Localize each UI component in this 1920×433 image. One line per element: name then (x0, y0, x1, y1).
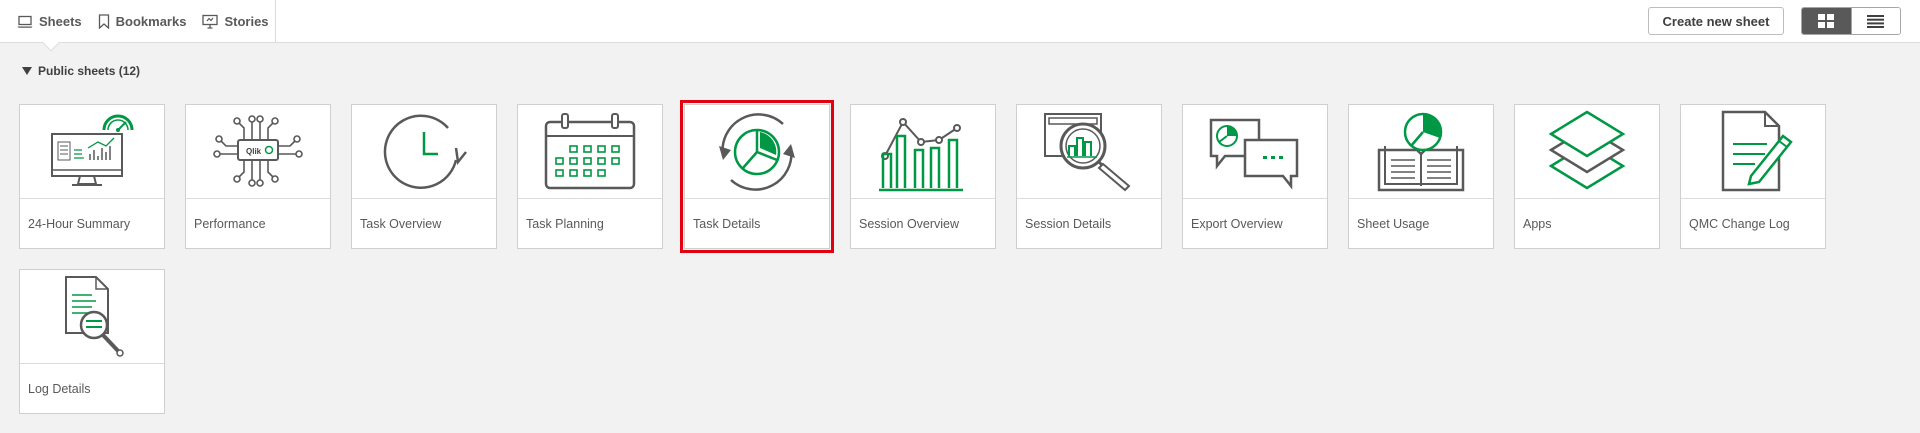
create-new-sheet-button[interactable]: Create new sheet (1648, 7, 1784, 35)
collapse-triangle-icon (22, 67, 32, 75)
sheet-thumbnail (1017, 105, 1161, 199)
chat-bubbles-icon (1209, 118, 1299, 190)
sheet-card[interactable]: Export Overview (1182, 104, 1328, 249)
list-view-button[interactable] (1850, 8, 1900, 34)
sheet-card[interactable]: Session Details (1016, 104, 1162, 249)
magnifier-report-icon (1044, 112, 1131, 191)
grid-icon (1818, 14, 1835, 28)
sheet-title: Export Overview (1191, 217, 1283, 231)
sheet-title: Session Overview (859, 217, 960, 231)
sheet-title: Apps (1523, 217, 1552, 231)
document-search-icon (65, 275, 124, 357)
asset-tabs: Sheets Bookmarks Stories (0, 0, 276, 43)
sheet-title: Sheet Usage (1357, 217, 1430, 231)
sheet-title: Task Overview (360, 217, 442, 231)
tab-bookmarks[interactable]: Bookmarks (98, 0, 187, 43)
grid-view-button[interactable] (1802, 8, 1851, 34)
view-toggle (1801, 7, 1901, 35)
svg-text:Qlik: Qlik (246, 147, 262, 156)
sheet-thumbnail (685, 105, 829, 199)
sheet-card[interactable]: 24-Hour Summary (19, 104, 165, 249)
circuit-chip-icon: Qlik (213, 114, 303, 187)
open-book-icon (1377, 112, 1465, 191)
sheet-thumbnail (352, 105, 496, 199)
dashboard-monitor-icon (51, 114, 134, 186)
sheet-title: Performance (194, 217, 266, 231)
public-sheets-header[interactable]: Public sheets (12) (22, 64, 140, 78)
presentation-icon (202, 14, 219, 29)
tab-sheets-label: Sheets (39, 14, 82, 29)
sheet-title: Task Planning (526, 217, 604, 231)
sheet-title: Session Details (1025, 217, 1112, 231)
bar-line-chart-icon (879, 117, 963, 191)
sheet-thumbnail (1515, 105, 1659, 199)
top-toolbar: Sheets Bookmarks Stories Create new shee… (0, 0, 1920, 43)
sheet-card[interactable]: QMC Change Log (1680, 104, 1826, 249)
sheet-title: Log Details (28, 382, 91, 396)
sheet-card[interactable]: Session Overview (850, 104, 996, 249)
sheet-card[interactable]: Task Details (680, 100, 834, 253)
section-title: Public sheets (12) (38, 64, 141, 78)
sheet-title: 24-Hour Summary (28, 217, 131, 231)
pie-refresh-icon (719, 112, 795, 191)
sheet-thumbnail (1349, 105, 1493, 199)
layers-icon (1548, 110, 1626, 189)
sheet-thumbnail (1183, 105, 1327, 199)
sheet-title: QMC Change Log (1689, 217, 1790, 231)
laptop-icon (17, 15, 33, 29)
bookmark-icon (98, 14, 110, 29)
sheet-card[interactable]: Task Overview (351, 104, 497, 249)
sheet-card[interactable]: Log Details (19, 269, 165, 414)
document-pencil-icon (1721, 110, 1793, 191)
clock-refresh-icon (383, 114, 467, 189)
sheet-thumbnail (20, 270, 164, 364)
tab-stories[interactable]: Stories (202, 0, 269, 43)
tab-stories-label: Stories (224, 14, 269, 29)
sheet-card[interactable]: Task Planning (517, 104, 663, 249)
sheet-card[interactable]: Sheet Usage (1348, 104, 1494, 249)
sheet-card[interactable]: Apps (1514, 104, 1660, 249)
sheet-thumbnail (20, 105, 164, 199)
calendar-icon (544, 112, 636, 189)
sheet-thumbnail: Qlik (186, 105, 330, 199)
tab-bookmarks-label: Bookmarks (115, 14, 187, 29)
sheet-thumbnail (851, 105, 995, 199)
sheet-thumbnail (1681, 105, 1825, 199)
list-icon (1867, 14, 1885, 28)
sheet-title: Task Details (693, 217, 761, 231)
sheet-card[interactable]: Qlik Performance (185, 104, 331, 249)
sheet-thumbnail (518, 105, 662, 199)
